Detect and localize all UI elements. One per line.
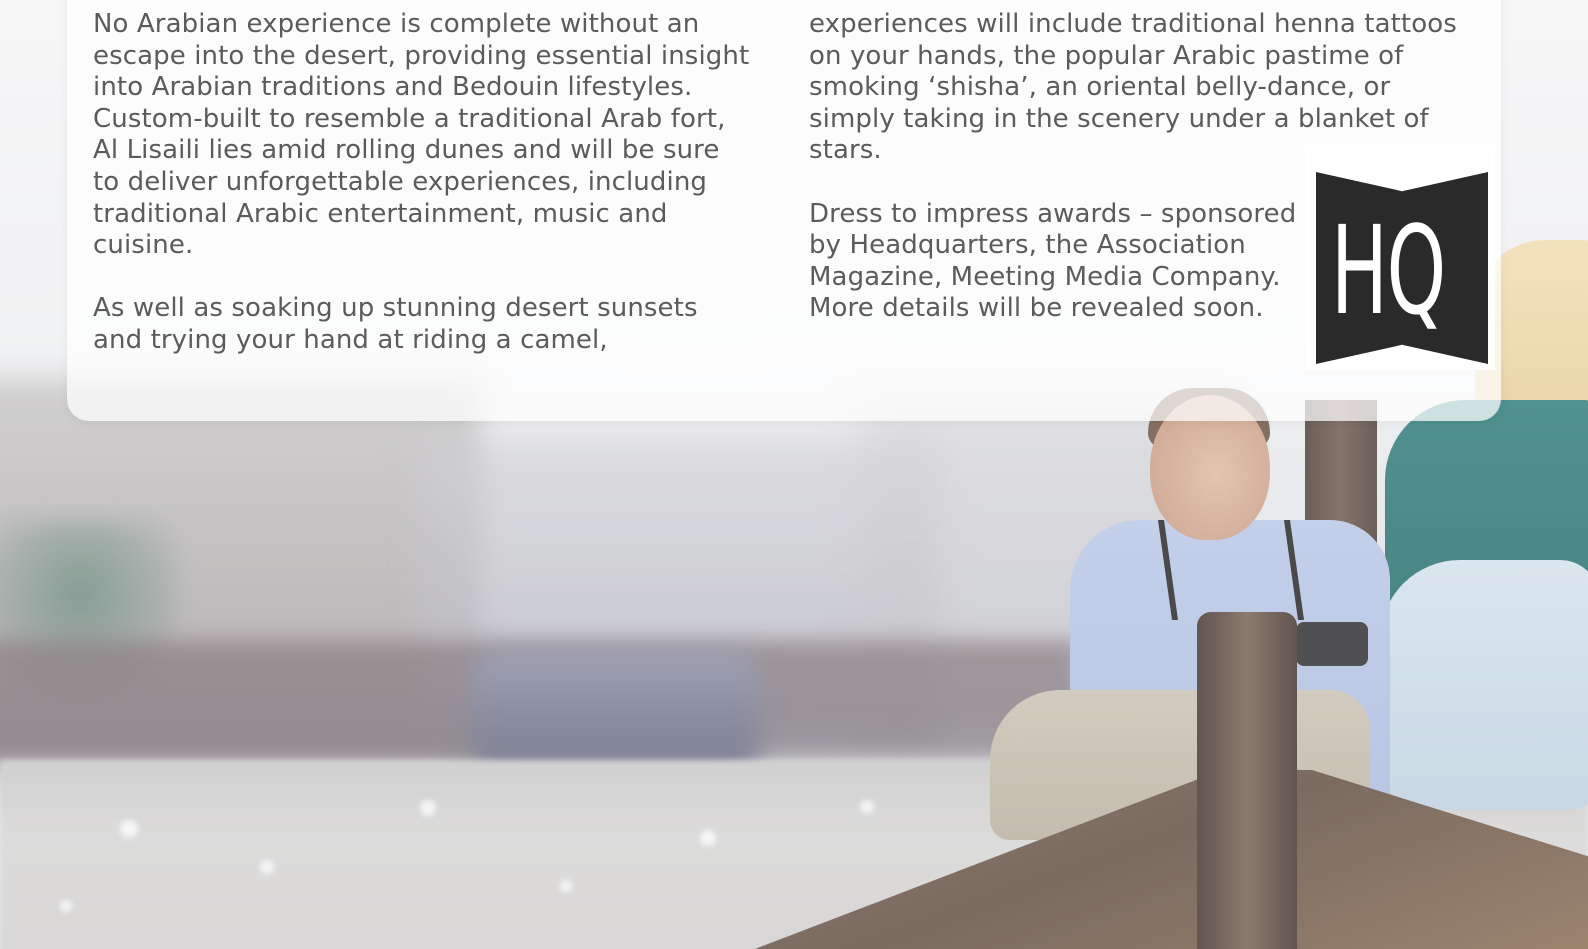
hq-logo: HQ xyxy=(1305,145,1495,370)
paragraph-desert-intro: No Arabian experience is complete withou… xyxy=(93,9,750,261)
paragraph-experiences: experiences will include traditional hen… xyxy=(809,9,1457,166)
page: No Arabian experience is complete withou… xyxy=(0,0,1588,949)
left-column: No Arabian experience is complete withou… xyxy=(93,9,773,357)
paragraph-sunsets: As well as soaking up stunning desert su… xyxy=(93,293,698,355)
hq-logo-text: HQ xyxy=(1331,200,1446,342)
